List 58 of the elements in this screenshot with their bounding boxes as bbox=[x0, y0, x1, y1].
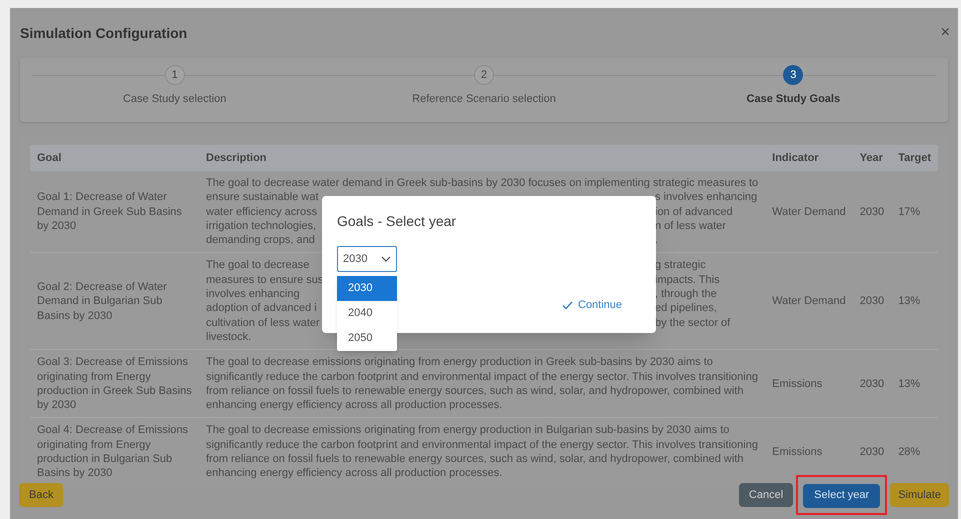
description-fragment: impacts. This bbox=[655, 272, 720, 288]
dropdown-option[interactable]: 2050 bbox=[337, 326, 397, 351]
dropdown-option[interactable]: 2030 bbox=[337, 276, 397, 301]
description-fragment: adoption of advanced i bbox=[206, 302, 317, 314]
dropdown-option[interactable]: 2040 bbox=[337, 301, 397, 326]
table-cell: Emissions bbox=[772, 378, 822, 390]
description-fragment: cultivation of less water bbox=[206, 316, 320, 329]
table-cell: Goal 3: Decrease of Emissions originating from Energy production in Greek Sub Basins by 2030 bbox=[37, 355, 192, 412]
year-select[interactable]: 2030 bbox=[337, 246, 397, 272]
step-number[interactable]: 1 bbox=[164, 65, 185, 85]
close-button[interactable]: × bbox=[940, 25, 950, 41]
column-header: Target bbox=[898, 152, 931, 164]
table-cell: 2030 bbox=[860, 378, 884, 390]
description-fragment: , through the bbox=[655, 287, 717, 302]
table-cell: 2030 bbox=[860, 206, 884, 218]
chevron-down-icon bbox=[381, 256, 391, 262]
table-cell: The goal to decrease emissions originating from energy production in Bulgarian sub-basins by 2030 aims to significantly reduce the carbon footprint and environmental impact of the energy sector. This involves transitioning from reliance on fossil fuels to renewable energy sources, such as wind, solar, and hydropower, combined with enhancing energy efficiency across all production processes. bbox=[206, 423, 758, 481]
table-cell: 13% bbox=[898, 295, 920, 308]
column-header: Goal bbox=[37, 152, 62, 164]
step-label: Case Study selection bbox=[122, 92, 226, 107]
table-cell-text: Goal 1: Decrease of Water Demand in Greek Sub Basins by 2030 bbox=[37, 190, 183, 234]
table-cell: The goal to decrease emissions originating from energy production in Greek sub-basins by 2030 aims to significantly reduce the carbon footprint and environmental impact of the energy sector. This involves transitioning from reliance on fossil fuels to renewable energy sources, such as wind, solar, and hydropower, combined with enhancing energy efficiency across all production processes. bbox=[206, 355, 758, 412]
table-cell: Water Demand bbox=[772, 206, 846, 218]
table-cell: Emissions bbox=[772, 446, 822, 458]
continue-button[interactable]: Continue bbox=[562, 297, 622, 314]
table-cell: 17% bbox=[898, 206, 920, 218]
description-fragment: irrigation technologies, bbox=[206, 220, 316, 232]
table-cell: 13% bbox=[898, 378, 920, 390]
check-icon bbox=[562, 300, 573, 310]
back-button[interactable]: Back bbox=[19, 483, 64, 507]
description-fragment: livestock. bbox=[206, 330, 252, 343]
step-label: Reference Scenario selection bbox=[412, 92, 556, 107]
description-fragment: demanding crops, and bbox=[206, 234, 315, 246]
step-number[interactable]: 3 bbox=[783, 65, 804, 85]
table-cell: 2030 bbox=[860, 446, 884, 458]
table-cell-text: Goal 4: Decrease of Emissions originating from Energy production in Bulgarian Sub Basins by 2030 bbox=[37, 423, 190, 481]
column-header: Indicator bbox=[772, 152, 819, 164]
description-fragment: water efficiency across bbox=[206, 206, 318, 218]
description-fragment: involves enhancing bbox=[206, 288, 300, 300]
description-fragment: The goal to decrease bbox=[206, 259, 310, 272]
step-label: Case Study Goals bbox=[746, 92, 840, 107]
dialog-title: Simulation Configuration bbox=[20, 24, 188, 43]
modal-title: Goals - Select year bbox=[337, 212, 456, 231]
cancel-button[interactable]: Cancel bbox=[738, 483, 794, 507]
table-cell: 28% bbox=[898, 446, 920, 458]
description-fragment: . bbox=[655, 233, 658, 248]
description-fragment: n of less water bbox=[655, 218, 726, 234]
description-fragment: ensure sustainable wat bbox=[206, 191, 319, 204]
description-fragment: The goal to decrease water demand in Greek sub-basins by 2030 focuses on implementing strategic measures to bbox=[206, 177, 758, 189]
column-header: Year bbox=[860, 152, 883, 164]
select-year-button[interactable]: Select year bbox=[803, 484, 880, 508]
table-cell: Water Demand bbox=[772, 295, 846, 308]
simulate-button[interactable]: Simulate bbox=[890, 483, 949, 507]
step-number[interactable]: 2 bbox=[474, 65, 494, 85]
table-cell: 2030 bbox=[860, 295, 884, 308]
table-cell-text: Goal 2: Decrease of Water Demand in Bulgarian Sub Basins by 2030 bbox=[37, 280, 168, 323]
column-header: Description bbox=[206, 152, 267, 164]
description-fragment: s involves enhancing bbox=[655, 190, 758, 205]
